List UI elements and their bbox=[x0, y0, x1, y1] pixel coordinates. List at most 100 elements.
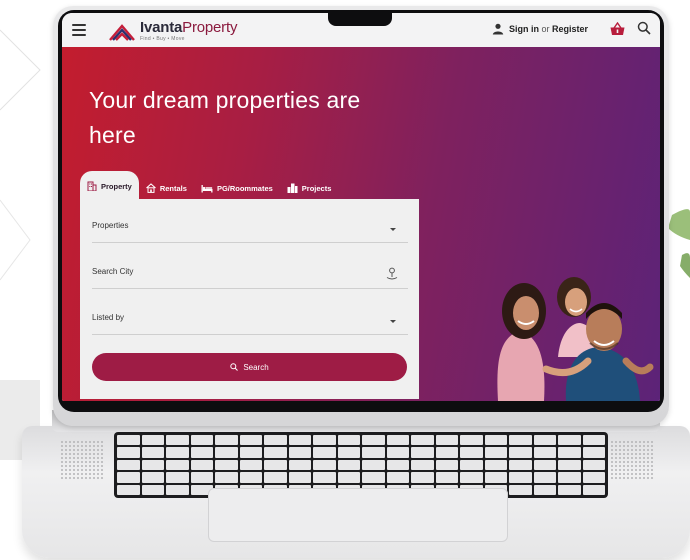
keyboard-key bbox=[141, 435, 164, 446]
keyboard-key bbox=[509, 447, 532, 458]
listed-by-label: Listed by bbox=[92, 313, 125, 322]
hero-banner: Your dream properties are here Property bbox=[62, 47, 660, 401]
keyboard-key bbox=[288, 472, 311, 483]
search-icon bbox=[230, 363, 239, 371]
keyboard-key bbox=[239, 472, 262, 483]
keyboard-key bbox=[288, 459, 311, 471]
keyboard-key bbox=[190, 435, 213, 446]
keyboard-key bbox=[117, 447, 140, 458]
speaker-grille-right bbox=[610, 440, 654, 480]
plant-leaf bbox=[668, 209, 690, 240]
search-button[interactable]: Search bbox=[92, 353, 407, 381]
keyboard-key bbox=[435, 447, 458, 458]
logo-mark-icon bbox=[109, 24, 135, 41]
tab-rentals-label: Rentals bbox=[159, 183, 187, 193]
keyboard-key bbox=[190, 459, 213, 471]
laptop-base bbox=[22, 410, 690, 560]
keyboard-key bbox=[362, 435, 385, 446]
listed-by-select[interactable]: Listed by bbox=[92, 299, 408, 335]
keyboard-key bbox=[337, 435, 360, 446]
keyboard-key bbox=[509, 484, 532, 495]
keyboard-key bbox=[435, 435, 458, 446]
keyboard-key bbox=[166, 459, 189, 471]
brand-logo[interactable]: IvantaProperty Find • Buy • Move bbox=[108, 18, 237, 44]
keyboard-key bbox=[533, 484, 556, 495]
keyboard-key bbox=[264, 472, 287, 483]
keyboard-key bbox=[166, 484, 189, 495]
camera-notch bbox=[328, 12, 392, 26]
keyboard-key bbox=[582, 435, 605, 446]
tab-projects-label: Projects bbox=[301, 183, 332, 193]
keyboard-key bbox=[558, 435, 581, 446]
keyboard-key bbox=[215, 447, 238, 458]
search-icon[interactable] bbox=[637, 21, 651, 35]
hamburger-menu-icon[interactable] bbox=[72, 24, 86, 36]
keyboard-key bbox=[190, 472, 213, 483]
keyboard-key bbox=[558, 459, 581, 471]
user-icon[interactable] bbox=[492, 23, 504, 35]
keyboard-key bbox=[215, 435, 238, 446]
location-pin-icon[interactable] bbox=[386, 267, 398, 280]
building-icon bbox=[87, 181, 97, 191]
chevron-down-icon bbox=[390, 320, 396, 323]
city-search-input[interactable]: Search City bbox=[92, 253, 408, 289]
sign-in-register-link[interactable]: Sign in or Register bbox=[509, 24, 588, 34]
keyboard-key bbox=[411, 459, 434, 471]
tab-pg-roommates-label: PG/Roommates bbox=[216, 183, 273, 193]
keyboard-key bbox=[558, 447, 581, 458]
tab-projects[interactable]: Projects bbox=[280, 175, 339, 201]
tab-property[interactable]: Property bbox=[80, 171, 139, 201]
keyboard-key bbox=[582, 472, 605, 483]
search-button-label: Search bbox=[243, 362, 269, 372]
keyboard-key bbox=[435, 472, 458, 483]
keyboard-key bbox=[313, 472, 336, 483]
sign-in-label[interactable]: Sign in bbox=[509, 24, 539, 34]
keyboard-key bbox=[582, 484, 605, 495]
keyboard-key bbox=[117, 472, 140, 483]
speaker-grille-left bbox=[60, 440, 104, 480]
keyboard-key bbox=[288, 435, 311, 446]
keyboard-key bbox=[190, 447, 213, 458]
keyboard-key bbox=[484, 447, 507, 458]
brand-tagline: Find • Buy • Move bbox=[140, 36, 185, 42]
keyboard-key bbox=[509, 435, 532, 446]
keyboard-key bbox=[386, 459, 409, 471]
keyboard-key bbox=[141, 447, 164, 458]
register-label[interactable]: Register bbox=[552, 24, 588, 34]
tab-pg-roommates[interactable]: PG/Roommates bbox=[194, 175, 280, 201]
keyboard-key bbox=[337, 459, 360, 471]
keyboard-key bbox=[411, 447, 434, 458]
keyboard-key bbox=[362, 472, 385, 483]
keyboard-key bbox=[313, 459, 336, 471]
house-icon bbox=[145, 183, 156, 193]
property-type-select[interactable]: Properties bbox=[92, 207, 408, 243]
touchpad bbox=[208, 488, 508, 542]
city-icon bbox=[287, 183, 298, 193]
keyboard-key bbox=[558, 472, 581, 483]
keyboard-key bbox=[166, 447, 189, 458]
keyboard-key bbox=[337, 472, 360, 483]
tab-property-label: Property bbox=[101, 181, 132, 191]
keyboard-key bbox=[509, 459, 532, 471]
keyboard-key bbox=[533, 435, 556, 446]
tab-rentals[interactable]: Rentals bbox=[139, 175, 194, 201]
keyboard-key bbox=[558, 484, 581, 495]
keyboard-key bbox=[141, 459, 164, 471]
keyboard-key bbox=[117, 435, 140, 446]
keyboard-key bbox=[117, 459, 140, 471]
keyboard-key bbox=[460, 472, 483, 483]
keyboard-key bbox=[264, 435, 287, 446]
hero-title: Your dream properties are here bbox=[89, 87, 361, 148]
bed-icon bbox=[201, 184, 213, 192]
keyboard-key bbox=[239, 435, 262, 446]
keyboard-key bbox=[313, 447, 336, 458]
keyboard-key bbox=[166, 472, 189, 483]
keyboard-key bbox=[264, 447, 287, 458]
keyboard-key bbox=[141, 472, 164, 483]
keyboard-key bbox=[411, 435, 434, 446]
laptop-mockup-scene: IvantaProperty Find • Buy • Move Sign in… bbox=[0, 0, 690, 560]
keyboard-key bbox=[239, 459, 262, 471]
keyboard-key bbox=[386, 435, 409, 446]
basket-icon[interactable] bbox=[610, 22, 625, 36]
keyboard-key bbox=[460, 447, 483, 458]
